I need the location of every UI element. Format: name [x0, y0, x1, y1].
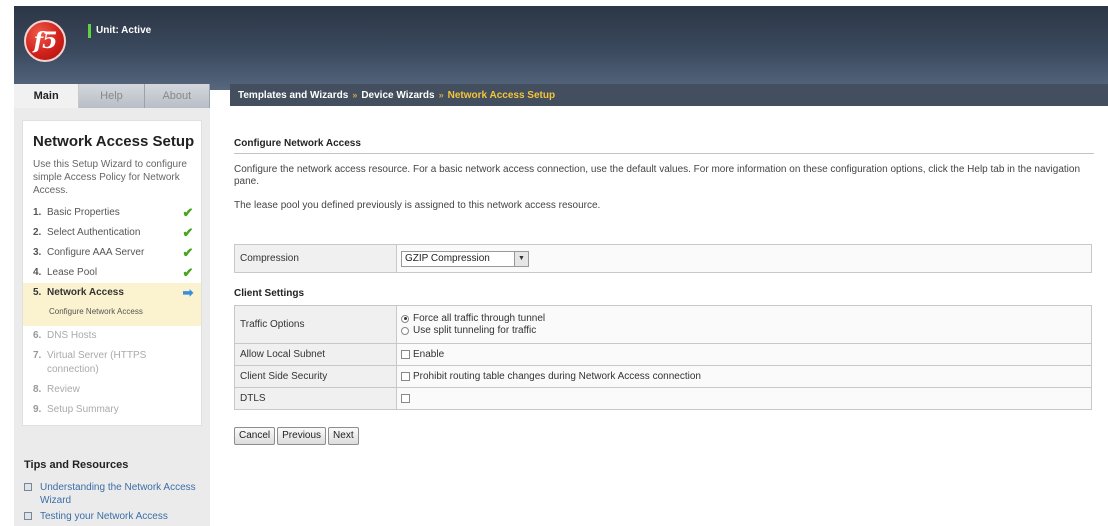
allow-local-subnet-label: Allow Local Subnet — [234, 343, 397, 366]
step-review: 8. Review — [23, 380, 201, 400]
wizard-buttons: Cancel Previous Next — [234, 427, 359, 445]
step-number: 3. — [33, 247, 42, 258]
radio-split-tunneling[interactable]: Use split tunneling for traffic — [401, 325, 1091, 337]
compression-table: Compression GZIP Compression ▼ — [234, 244, 1092, 273]
tab-about[interactable]: About — [144, 84, 210, 108]
main-content: Configure Network Access Configure the n… — [230, 106, 1108, 526]
step-label: Configure AAA Server — [47, 247, 145, 258]
step-number: 8. — [33, 384, 42, 395]
section-description: Configure the network access resource. F… — [234, 164, 1081, 187]
left-panel: Network Access Setup Use this Setup Wiza… — [14, 108, 210, 526]
step-number: 9. — [33, 404, 42, 415]
step-number: 6. — [33, 330, 42, 341]
client-side-security-checkbox[interactable] — [401, 371, 410, 381]
radio-selected-icon[interactable] — [401, 314, 409, 323]
step-label: Lease Pool — [47, 267, 98, 278]
step-number: 4. — [33, 267, 42, 278]
step-number: 2. — [33, 227, 42, 238]
step-label: Virtual Server (HTTPS connection) — [47, 350, 147, 375]
unit-status: Unit: Active — [88, 24, 151, 38]
section-title: Configure Network Access — [234, 138, 1094, 154]
step-label: Review — [47, 384, 80, 395]
checkbox-label: Prohibit routing table changes during Ne… — [413, 371, 701, 382]
step-status — [181, 383, 195, 397]
check-icon: ✔ — [182, 205, 194, 220]
tip-testing-network-access[interactable]: Testing your Network Access — [22, 510, 202, 523]
breadcrumb-separator: » — [352, 90, 358, 100]
breadcrumb-device-wizards[interactable]: Device Wizards — [361, 90, 434, 101]
step-label: Setup Summary — [47, 404, 119, 415]
step-label: DNS Hosts — [47, 330, 97, 341]
next-button[interactable]: Next — [328, 427, 359, 445]
compression-label: Compression — [234, 244, 397, 273]
radio-force-all-traffic[interactable]: Force all traffic through tunnel — [401, 313, 1091, 325]
compression-select[interactable]: GZIP Compression ▼ — [401, 250, 529, 267]
check-icon: ✔ — [182, 225, 194, 240]
step-status — [181, 329, 195, 343]
tip-link[interactable]: Testing your Network Access — [40, 510, 168, 523]
breadcrumb-current: Network Access Setup — [447, 90, 556, 101]
radio-unselected-icon[interactable] — [401, 326, 409, 335]
step-select-authentication[interactable]: 2. Select Authentication ✔ — [23, 223, 201, 243]
wizard-steps-box: Network Access Setup Use this Setup Wiza… — [22, 120, 202, 426]
lease-pool-note: The lease pool you defined previously is… — [234, 200, 601, 211]
step-label: Network Access — [47, 287, 124, 298]
client-settings-title: Client Settings — [234, 288, 305, 299]
radio-label: Use split tunneling for traffic — [413, 325, 537, 336]
substep-configure-network-access: Configure Network Access — [23, 303, 201, 326]
chevron-down-icon[interactable]: ▼ — [514, 251, 528, 266]
nav-tabs: Main Help About — [14, 84, 210, 108]
step-network-access[interactable]: 5. Network Access ➡ — [23, 283, 201, 303]
checkbox-label: Enable — [413, 349, 445, 360]
wizard-title: Network Access Setup — [33, 133, 195, 150]
expand-box-icon — [24, 512, 32, 520]
tips-title: Tips and Resources — [24, 459, 129, 471]
step-virtual-server: 7. Virtual Server (HTTPS connection) — [23, 346, 201, 380]
step-status — [181, 349, 195, 377]
breadcrumb-separator: » — [438, 90, 444, 100]
step-number: 1. — [33, 207, 42, 218]
breadcrumb-templates-wizards[interactable]: Templates and Wizards — [238, 90, 348, 101]
tips-and-resources: Tips and Resources Understanding the Net… — [22, 456, 202, 526]
step-number: 7. — [33, 350, 42, 361]
step-configure-aaa-server[interactable]: 3. Configure AAA Server ✔ — [23, 243, 201, 263]
tip-understanding-wizard[interactable]: Understanding the Network Access Wizard — [22, 481, 202, 507]
wizard-steps: 1. Basic Properties ✔ 2. Select Authenti… — [23, 203, 201, 425]
dtls-checkbox[interactable] — [401, 393, 410, 403]
tab-help[interactable]: Help — [79, 84, 145, 108]
wizard-intro: Use this Setup Wizard to configure simpl… — [33, 159, 187, 196]
client-settings-table: Traffic Options Force all traffic throug… — [234, 305, 1092, 410]
step-number: 5. — [33, 287, 42, 298]
compression-value: GZIP Compression — [405, 253, 490, 264]
breadcrumb: Templates and Wizards» Device Wizards» Net… — [230, 84, 1108, 106]
tab-main[interactable]: Main — [14, 84, 80, 108]
expand-box-icon — [24, 483, 32, 491]
step-dns-hosts: 6. DNS Hosts — [23, 326, 201, 346]
step-basic-properties[interactable]: 1. Basic Properties ✔ — [23, 203, 201, 223]
previous-button[interactable]: Previous — [277, 427, 327, 445]
check-icon: ✔ — [182, 245, 194, 260]
traffic-options-label: Traffic Options — [234, 305, 397, 344]
step-lease-pool[interactable]: 4. Lease Pool ✔ — [23, 263, 201, 283]
radio-label: Force all traffic through tunnel — [413, 313, 546, 324]
tip-link[interactable]: Understanding the Network Access Wizard — [40, 481, 202, 507]
cancel-button[interactable]: Cancel — [234, 427, 276, 445]
step-status — [181, 403, 195, 417]
f5-logo: f5 — [24, 20, 66, 62]
check-icon: ✔ — [182, 265, 194, 280]
step-label: Basic Properties — [47, 207, 120, 218]
step-label: Select Authentication — [47, 227, 141, 238]
step-setup-summary: 9. Setup Summary — [23, 400, 201, 425]
client-side-security-label: Client Side Security — [234, 365, 397, 388]
dtls-label: DTLS — [234, 387, 397, 410]
arrow-right-icon: ➡ — [182, 285, 194, 300]
header-banner: f5 Unit: Active — [14, 6, 1108, 90]
allow-local-subnet-checkbox[interactable] — [401, 349, 410, 359]
